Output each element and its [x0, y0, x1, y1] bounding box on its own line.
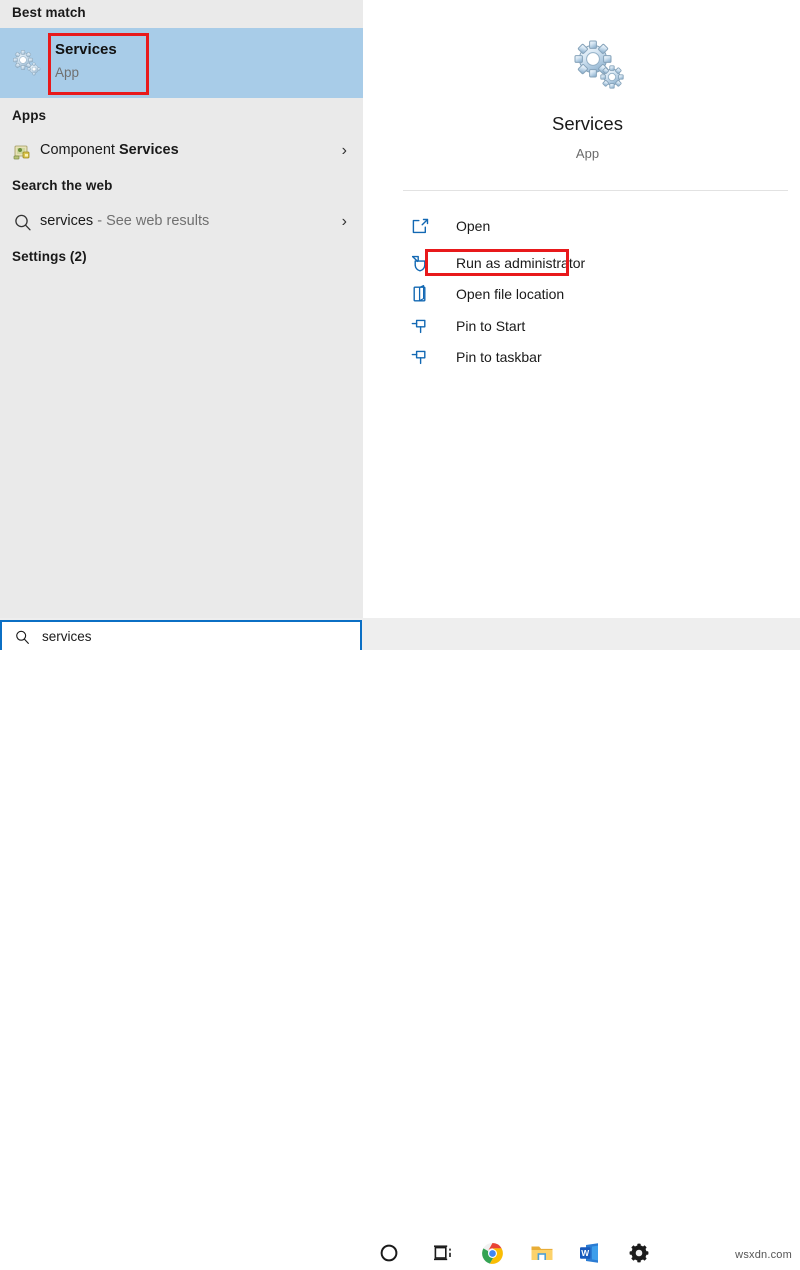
chevron-right-icon[interactable]: › — [342, 140, 347, 162]
best-match-subtitle: App — [55, 63, 255, 83]
app-detail-panel: Services App Open Run — [375, 0, 800, 618]
action-label: Pin to taskbar — [456, 346, 542, 368]
best-match-result-services[interactable]: Services App — [0, 28, 363, 98]
windows-start-search-screen: Best match — [0, 0, 800, 650]
action-open[interactable]: Open — [403, 211, 788, 241]
result-label-match: Services — [119, 142, 179, 158]
action-label: Open file location — [456, 283, 564, 305]
search-icon — [14, 629, 31, 646]
gears-icon — [12, 50, 42, 78]
folder-icon — [409, 283, 431, 305]
gears-icon — [571, 38, 627, 94]
result-label: services - See web results — [40, 210, 209, 232]
pin-icon — [409, 346, 431, 368]
result-component-services[interactable]: Component Services › — [0, 131, 363, 171]
action-label: Run as administrator — [456, 252, 585, 274]
group-header-search-the-web: Search the web — [12, 178, 112, 193]
action-run-as-administrator[interactable]: Run as administrator — [403, 248, 788, 278]
result-web-search-services[interactable]: services - See web results › — [0, 202, 363, 242]
search-icon — [12, 212, 34, 234]
action-pin-to-taskbar[interactable]: Pin to taskbar — [403, 342, 788, 372]
action-label: Pin to Start — [456, 315, 525, 337]
pin-icon — [409, 315, 431, 337]
group-header-best-match: Best match — [12, 5, 86, 20]
app-title: Services — [375, 113, 800, 135]
watermark: wsxdn.com — [735, 1249, 792, 1261]
chevron-right-icon[interactable]: › — [342, 211, 347, 233]
group-header-apps: Apps — [12, 108, 46, 123]
detail-divider — [403, 190, 788, 191]
chrome-icon[interactable] — [481, 1242, 504, 1270]
app-type-label: App — [375, 146, 800, 161]
action-label: Open — [456, 215, 490, 237]
result-label-suffix: - See web results — [93, 213, 209, 229]
result-label-prefix: Component — [40, 142, 119, 158]
action-open-file-location[interactable]: Open file location — [403, 279, 788, 309]
action-pin-to-start[interactable]: Pin to Start — [403, 311, 788, 341]
word-icon[interactable]: W — [578, 1242, 600, 1269]
search-results-panel: Best match — [0, 0, 363, 618]
result-label-query: services — [40, 213, 93, 229]
search-input[interactable]: services — [42, 628, 92, 646]
open-external-icon — [409, 215, 431, 237]
group-header-settings: Settings (2) — [12, 249, 87, 264]
result-label: Component Services — [40, 139, 179, 161]
cortana-icon[interactable] — [378, 1242, 400, 1269]
taskbar-search-box[interactable]: services — [0, 620, 362, 650]
best-match-title: Services — [55, 40, 255, 60]
file-explorer-icon[interactable] — [530, 1242, 554, 1269]
best-match-text-block: Services App — [55, 40, 255, 83]
component-services-icon — [12, 141, 34, 163]
task-view-icon[interactable] — [432, 1242, 454, 1269]
svg-text:W: W — [581, 1248, 589, 1258]
shield-icon — [409, 252, 431, 274]
settings-gear-icon[interactable] — [628, 1242, 650, 1269]
